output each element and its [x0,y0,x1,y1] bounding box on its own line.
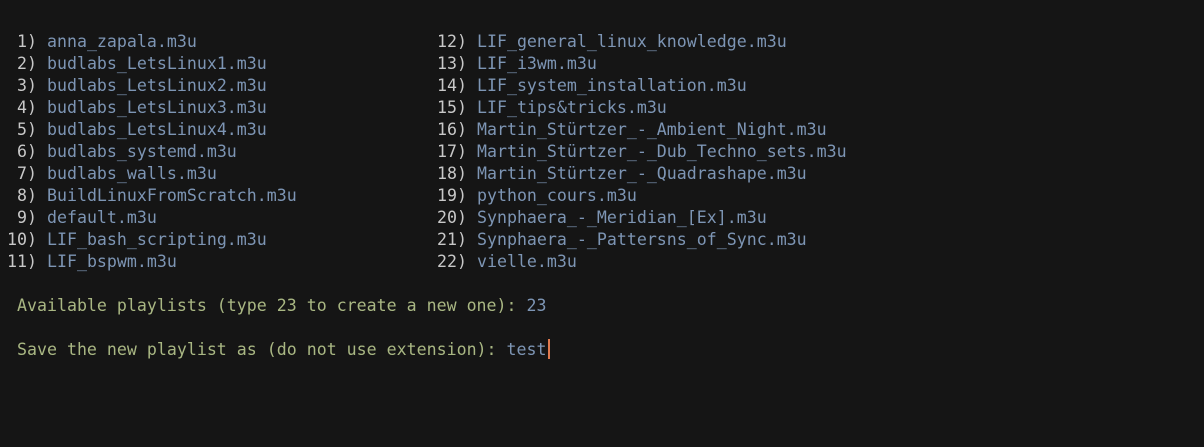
item-filename: vielle.m3u [476,252,577,271]
list-item: 18) Martin_Stürtzer_-_Quadrashape.m3u [437,163,847,185]
item-filename: LIF_bspwm.m3u [46,252,177,271]
item-number: 13) [437,54,467,73]
save-playlist-prompt[interactable]: Save the new playlist as (do not use ext… [17,339,550,361]
item-number: 14) [437,76,467,95]
list-item: 6) budlabs_systemd.m3u [7,141,297,163]
list-item: 20) Synphaera_-_Meridian_[Ex].m3u [437,207,847,229]
list-item: 17) Martin_Stürtzer_-_Dub_Techno_sets.m3… [437,141,847,163]
list-item: 9) default.m3u [7,207,297,229]
list-item: 10) LIF_bash_scripting.m3u [7,229,297,251]
list-item: 19) python_cours.m3u [437,185,847,207]
item-filename: LIF_bash_scripting.m3u [46,230,267,249]
item-filename: budlabs_walls.m3u [46,164,217,183]
prompt-label: Available playlists (type 23 to create a… [17,296,527,315]
list-item: 15) LIF_tips&tricks.m3u [437,97,847,119]
playlist-select-prompt: Available playlists (type 23 to create a… [17,295,547,317]
list-item: 8) BuildLinuxFromScratch.m3u [7,185,297,207]
item-number: 19) [437,186,467,205]
item-number: 18) [437,164,467,183]
item-number: 20) [437,208,467,227]
item-filename: python_cours.m3u [476,186,637,205]
list-item: 2) budlabs_LetsLinux1.m3u [7,53,297,75]
text-cursor [547,339,550,359]
list-item: 1) anna_zapala.m3u [7,31,297,53]
list-item: 16) Martin_Stürtzer_-_Ambient_Night.m3u [437,119,847,141]
item-number: 10) [7,230,37,249]
item-filename: anna_zapala.m3u [46,32,197,51]
list-item: 3) budlabs_LetsLinux2.m3u [7,75,297,97]
item-filename: LIF_system_installation.m3u [476,76,747,95]
playlist-name-input[interactable]: test [507,340,547,359]
item-number: 6) [7,142,37,161]
item-filename: BuildLinuxFromScratch.m3u [46,186,297,205]
list-item: 11) LIF_bspwm.m3u [7,251,297,273]
list-item: 22) vielle.m3u [437,251,847,273]
item-filename: LIF_tips&tricks.m3u [476,98,667,117]
item-filename: budlabs_LetsLinux3.m3u [46,98,267,117]
item-number: 7) [7,164,37,183]
item-filename: Martin_Stürtzer_-_Quadrashape.m3u [476,164,807,183]
item-filename: Martin_Stürtzer_-_Dub_Techno_sets.m3u [476,142,847,161]
list-item: 21) Synphaera_-_Pattersns_of_Sync.m3u [437,229,847,251]
list-item: 12) LIF_general_linux_knowledge.m3u [437,31,847,53]
list-item: 4) budlabs_LetsLinux3.m3u [7,97,297,119]
item-filename: LIF_i3wm.m3u [476,54,597,73]
item-filename: Martin_Stürtzer_-_Ambient_Night.m3u [476,120,827,139]
item-number: 22) [437,252,467,271]
list-item: 13) LIF_i3wm.m3u [437,53,847,75]
item-filename: budlabs_LetsLinux2.m3u [46,76,267,95]
item-filename: Synphaera_-_Pattersns_of_Sync.m3u [476,230,807,249]
item-number: 5) [7,120,37,139]
item-number: 15) [437,98,467,117]
item-number: 1) [7,32,37,51]
prompt-label: Save the new playlist as (do not use ext… [17,340,507,359]
playlist-column-left: 1) anna_zapala.m3u 2) budlabs_LetsLinux1… [7,31,297,273]
item-filename: LIF_general_linux_knowledge.m3u [476,32,787,51]
item-number: 12) [437,32,467,51]
item-number: 9) [7,208,37,227]
item-number: 3) [7,76,37,95]
item-number: 11) [7,252,37,271]
item-number: 4) [7,98,37,117]
item-filename: budlabs_systemd.m3u [46,142,237,161]
item-number: 2) [7,54,37,73]
list-item: 14) LIF_system_installation.m3u [437,75,847,97]
item-number: 21) [437,230,467,249]
item-filename: Synphaera_-_Meridian_[Ex].m3u [476,208,767,227]
item-filename: default.m3u [46,208,157,227]
item-filename: budlabs_LetsLinux1.m3u [46,54,267,73]
playlist-column-right: 12) LIF_general_linux_knowledge.m3u 13) … [437,31,847,273]
prompt-answer: 23 [526,296,547,315]
item-number: 8) [7,186,37,205]
item-number: 16) [437,120,467,139]
item-filename: budlabs_LetsLinux4.m3u [46,120,267,139]
item-number: 17) [437,142,467,161]
list-item: 5) budlabs_LetsLinux4.m3u [7,119,297,141]
terminal-window[interactable]: 1) anna_zapala.m3u 2) budlabs_LetsLinux1… [0,0,1204,447]
list-item: 7) budlabs_walls.m3u [7,163,297,185]
